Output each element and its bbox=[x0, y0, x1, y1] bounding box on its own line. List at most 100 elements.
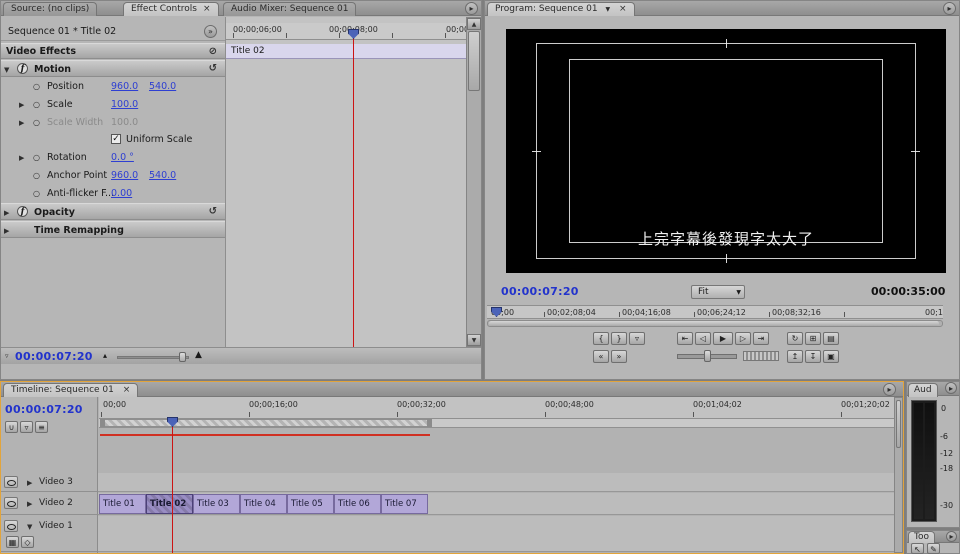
clip-title-06[interactable]: Title 06 bbox=[334, 494, 381, 514]
shuttle-thumb[interactable] bbox=[704, 350, 711, 362]
keyframe-timeline[interactable]: 00;00;06;00 00;00;08;00 00;00 Title 02 bbox=[226, 17, 466, 347]
track-video3[interactable] bbox=[98, 473, 895, 492]
tab-effect-controls[interactable]: Effect Controls× bbox=[123, 2, 219, 16]
scroll-down-icon[interactable]: ▼ bbox=[467, 334, 481, 346]
clip-title-03[interactable]: Title 03 bbox=[193, 494, 240, 514]
play-button[interactable]: ▶ bbox=[713, 332, 733, 345]
output-button[interactable]: ▤ bbox=[823, 332, 839, 345]
timeline-timecode[interactable]: 00:00:07:20 bbox=[5, 403, 83, 416]
stopwatch-icon[interactable]: ○ bbox=[33, 171, 40, 180]
viewing-area-thumb[interactable] bbox=[489, 321, 939, 326]
panel-menu-icon[interactable]: ▸ bbox=[946, 531, 957, 542]
go-to-next-marker-button[interactable]: » bbox=[611, 350, 627, 363]
work-area-bar[interactable] bbox=[100, 419, 432, 427]
rotation-value[interactable]: 0.0 ° bbox=[111, 152, 134, 163]
effect-timecode[interactable]: 00:00:07:20 bbox=[15, 350, 93, 363]
anchor-y-value[interactable]: 540.0 bbox=[149, 170, 176, 181]
go-to-out-button[interactable]: ⇥ bbox=[753, 332, 769, 345]
chevron-right-icon[interactable]: ▶ bbox=[19, 154, 24, 162]
loop-button[interactable]: ↻ bbox=[787, 332, 803, 345]
fx-toggle-icon[interactable]: f bbox=[17, 63, 28, 74]
marker-icon[interactable]: ▿ bbox=[5, 352, 9, 360]
tab-tools[interactable]: Too bbox=[908, 531, 935, 543]
stopwatch-icon[interactable]: ○ bbox=[33, 189, 40, 198]
program-ruler[interactable]: 00;00 00;02;08;04 00;04;16;08 00;06;24;1… bbox=[487, 305, 943, 319]
chevron-down-icon[interactable]: ▼ bbox=[605, 6, 610, 13]
keyframe-ruler[interactable]: 00;00;06;00 00;00;08;00 00;00 bbox=[226, 23, 466, 40]
step-forward-button[interactable]: ▷ bbox=[735, 332, 751, 345]
export-frame-button[interactable]: ▣ bbox=[823, 350, 839, 363]
clip-title-07[interactable]: Title 07 bbox=[381, 494, 428, 514]
viewing-area-bar[interactable] bbox=[487, 320, 943, 327]
timeline-cti-line[interactable] bbox=[172, 426, 173, 553]
go-to-prev-marker-button[interactable]: « bbox=[593, 350, 609, 363]
step-back-button[interactable]: ◁ bbox=[695, 332, 711, 345]
set-out-point-button[interactable]: } bbox=[611, 332, 627, 345]
add-marker-button[interactable]: ▿ bbox=[629, 332, 645, 345]
chevron-right-icon[interactable]: ▶ bbox=[19, 101, 24, 109]
chevron-down-icon[interactable]: ▼ bbox=[27, 523, 32, 531]
program-timecode[interactable]: 00:00:07:20 bbox=[501, 285, 579, 298]
close-icon[interactable]: × bbox=[123, 385, 131, 395]
fx-toggle-icon[interactable]: f bbox=[17, 206, 28, 217]
work-area-end-handle[interactable] bbox=[427, 419, 432, 427]
effect-scrollbar[interactable]: ▲ ▼ bbox=[466, 17, 482, 347]
chevron-right-icon[interactable]: ▶ bbox=[4, 227, 9, 235]
collapse-effects-icon[interactable]: » bbox=[204, 25, 217, 38]
scale-value[interactable]: 100.0 bbox=[111, 99, 138, 110]
stopwatch-icon[interactable]: ○ bbox=[33, 153, 40, 162]
reset-icon[interactable]: ↺ bbox=[209, 63, 217, 74]
eye-icon[interactable] bbox=[4, 497, 18, 509]
selection-tool-icon[interactable]: ↖ bbox=[911, 543, 924, 554]
position-x-value[interactable]: 960.0 bbox=[111, 81, 138, 92]
chevron-down-icon[interactable]: ▼ bbox=[4, 66, 9, 74]
time-remapping-group-row[interactable]: ▶ Time Remapping bbox=[1, 221, 225, 238]
zoom-in-icon[interactable]: ▲ bbox=[195, 350, 202, 360]
tab-audio-meters[interactable]: Aud bbox=[908, 383, 938, 397]
close-icon[interactable]: × bbox=[619, 4, 627, 14]
scroll-up-icon[interactable]: ▲ bbox=[467, 18, 481, 30]
clip-title-02[interactable]: Title 02 bbox=[146, 494, 193, 514]
keyframe-display-icon[interactable]: ◇ bbox=[21, 536, 34, 548]
eye-icon[interactable] bbox=[4, 476, 18, 488]
timeline-scrollbar[interactable] bbox=[894, 397, 903, 553]
uniform-scale-checkbox[interactable]: ✓ bbox=[111, 134, 121, 144]
track-video1[interactable] bbox=[98, 516, 895, 552]
panel-menu-icon[interactable]: ▸ bbox=[945, 382, 957, 394]
motion-group-row[interactable]: ▼ f Motion ↺ bbox=[1, 60, 225, 77]
anti-flicker-value[interactable]: 0.00 bbox=[111, 188, 132, 199]
timeline-settings-icon[interactable]: ≡ bbox=[35, 421, 48, 433]
work-area-start-handle[interactable] bbox=[100, 419, 105, 427]
safe-margins-button[interactable]: ⊞ bbox=[805, 332, 821, 345]
zoom-slider-thumb[interactable] bbox=[179, 352, 186, 362]
clip-title-05[interactable]: Title 05 bbox=[287, 494, 334, 514]
chevron-right-icon[interactable]: ▶ bbox=[27, 479, 32, 487]
display-style-icon[interactable]: ▦ bbox=[6, 536, 19, 548]
set-in-point-button[interactable]: { bbox=[593, 332, 609, 345]
tab-source[interactable]: Source: (no clips) bbox=[3, 2, 97, 16]
sequence-marker-icon[interactable]: ▿ bbox=[20, 421, 33, 433]
extract-button[interactable]: ↧ bbox=[805, 350, 821, 363]
tab-timeline[interactable]: Timeline: Sequence 01 × bbox=[3, 383, 138, 397]
track-video2[interactable]: Title 01 Title 02 Title 03 Title 04 Titl… bbox=[98, 493, 895, 515]
scroll-thumb[interactable] bbox=[896, 400, 901, 448]
panel-menu-icon[interactable]: ▸ bbox=[943, 2, 956, 15]
panel-menu-icon[interactable]: ▸ bbox=[465, 2, 478, 15]
stopwatch-icon[interactable]: ○ bbox=[33, 100, 40, 109]
lift-button[interactable]: ↥ bbox=[787, 350, 803, 363]
chevron-right-icon[interactable]: ▶ bbox=[27, 500, 32, 508]
timeline-ruler[interactable]: 00;00 00;00;16;00 00;00;32;00 00;00;48;0… bbox=[99, 397, 895, 419]
anchor-x-value[interactable]: 960.0 bbox=[111, 170, 138, 181]
panel-menu-icon[interactable]: ▸ bbox=[883, 383, 896, 396]
tab-program[interactable]: Program: Sequence 01 ▼ × bbox=[487, 2, 635, 16]
clip-title-04[interactable]: Title 04 bbox=[240, 494, 287, 514]
jog-disk[interactable] bbox=[743, 351, 779, 361]
position-y-value[interactable]: 540.0 bbox=[149, 81, 176, 92]
fit-dropdown[interactable]: Fit ▼ bbox=[691, 285, 745, 299]
pen-tool-icon[interactable]: ✎ bbox=[927, 543, 940, 554]
tab-audio-mixer[interactable]: Audio Mixer: Sequence 01 bbox=[223, 2, 356, 16]
fx-off-icon[interactable]: ⊘ bbox=[209, 46, 217, 57]
go-to-in-button[interactable]: ⇤ bbox=[677, 332, 693, 345]
eye-icon[interactable] bbox=[4, 520, 18, 532]
reset-icon[interactable]: ↺ bbox=[209, 206, 217, 217]
